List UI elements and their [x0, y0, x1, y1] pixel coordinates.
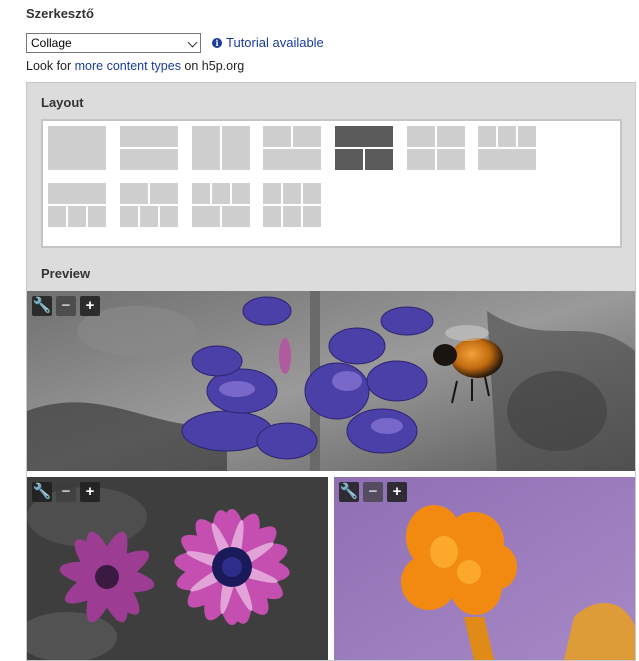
zoom-out-button[interactable]: − — [363, 482, 383, 502]
collage-tile-top[interactable]: 🔧 − + — [27, 291, 635, 471]
editor-title: Szerkesztő — [26, 6, 94, 21]
tutorial-link[interactable]: i Tutorial available — [212, 35, 324, 50]
lupine-bee-photo — [27, 291, 635, 471]
lookfor-suffix: on h5p.org — [180, 59, 245, 73]
tile-controls-bottom-right: 🔧 − + — [339, 482, 407, 502]
layout-option-4[interactable] — [263, 126, 321, 170]
layout-option-9[interactable] — [120, 183, 178, 227]
layout-option-6[interactable] — [407, 126, 465, 170]
layout-option-10[interactable] — [192, 183, 250, 227]
wrench-icon[interactable]: 🔧 — [339, 482, 359, 502]
zoom-in-button[interactable]: + — [387, 482, 407, 502]
wrench-icon[interactable]: 🔧 — [32, 296, 52, 316]
layout-option-3[interactable] — [192, 126, 250, 170]
zoom-in-button[interactable]: + — [80, 482, 100, 502]
more-content-types-link[interactable]: more content types — [75, 59, 181, 73]
lookfor-prefix: Look for — [26, 59, 75, 73]
collage-tile-bottom-right[interactable]: 🔧 − + — [334, 477, 635, 660]
layout-option-2[interactable] — [120, 126, 178, 170]
info-icon: i — [212, 37, 222, 48]
layout-label: Layout — [41, 95, 84, 110]
zoom-in-button[interactable]: + — [80, 296, 100, 316]
layout-options — [41, 119, 622, 248]
layout-option-7[interactable] — [478, 126, 536, 170]
zoom-out-button[interactable]: − — [56, 482, 76, 502]
collage-panel: Layout Preview 🔧 − + 🔧 − + 🔧 − + — [26, 82, 636, 661]
tile-controls-bottom-left: 🔧 − + — [32, 482, 100, 502]
layout-option-1[interactable] — [48, 126, 106, 170]
layout-option-11[interactable] — [263, 183, 321, 227]
collage-preview: 🔧 − + 🔧 − + 🔧 − + — [27, 291, 635, 660]
preview-label: Preview — [41, 266, 91, 281]
daisy-photo — [27, 477, 328, 660]
layout-option-5[interactable] — [335, 126, 393, 170]
collage-tile-bottom-left[interactable]: 🔧 − + — [27, 477, 328, 660]
zoom-out-button[interactable]: − — [56, 296, 76, 316]
chevron-down-icon — [187, 37, 198, 48]
content-type-select[interactable]: Collage — [26, 33, 201, 53]
orange-flower-photo — [334, 477, 635, 660]
tile-controls-top: 🔧 − + — [32, 296, 100, 316]
layout-option-8[interactable] — [48, 183, 106, 227]
lookfor-text: Look for more content types on h5p.org — [26, 59, 244, 73]
tutorial-label: Tutorial available — [226, 35, 324, 50]
content-type-value: Collage — [31, 36, 72, 50]
wrench-icon[interactable]: 🔧 — [32, 482, 52, 502]
